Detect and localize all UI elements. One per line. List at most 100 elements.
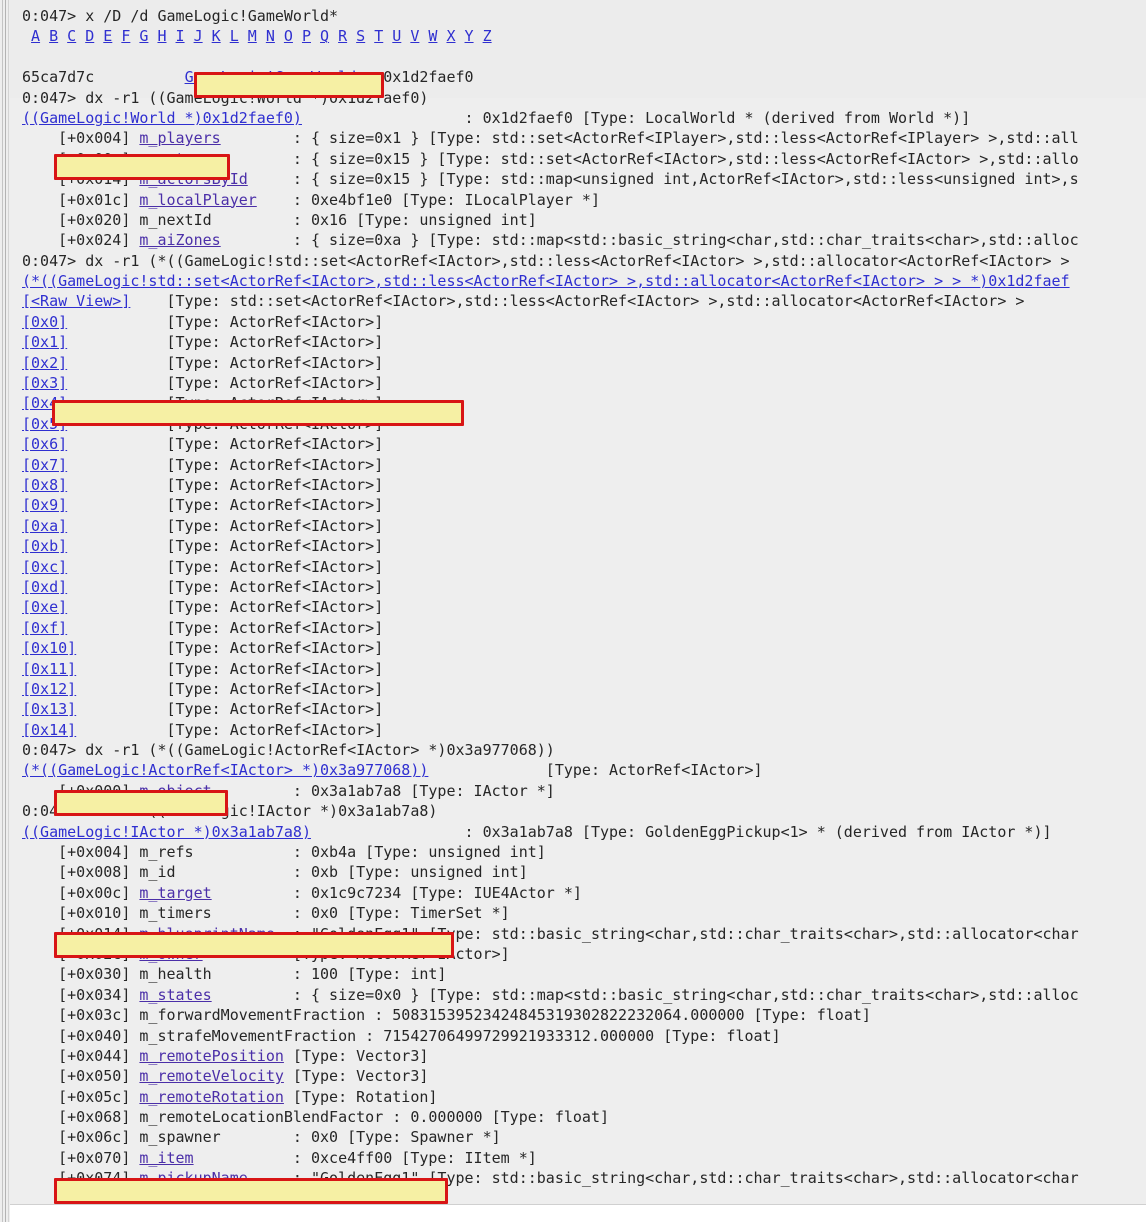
command-text: 0:047> x /D /d GameLogic!GameWorld* (22, 7, 339, 25)
output-line: [+0x024] m_aiZones : { size=0xa } [Type:… (22, 230, 1146, 250)
alpha-link-F[interactable]: F (121, 27, 130, 45)
output-line: [+0x040] m_strafeMovementFraction : 7154… (22, 1026, 1146, 1046)
alpha-link-Q[interactable]: Q (320, 27, 329, 45)
line-prefix: 65ca7d7c (22, 68, 185, 87)
field-value: : 0xb [Type: unsigned int] (175, 863, 528, 882)
highlight-actor-index-4 (54, 402, 462, 424)
alpha-link-R[interactable]: R (338, 27, 347, 45)
field-offset: [+0x010] (22, 904, 140, 923)
member-link[interactable]: m_states (139, 986, 211, 1004)
output-line: [0x3] [Type: ActorRef<IActor>] (22, 373, 1146, 393)
field-value: [Type: ActorRef<IActor>] (67, 333, 384, 352)
index-link[interactable]: [0x11] (22, 660, 76, 678)
dml-link[interactable]: ((GameLogic!IActor *)0x3a1ab7a8) (22, 823, 311, 841)
alpha-link-L[interactable]: L (230, 27, 239, 45)
member-name: m_health (139, 965, 212, 984)
member-link[interactable]: m_remoteVelocity (139, 1067, 284, 1085)
index-link[interactable]: [0xf] (22, 619, 67, 637)
member-name: m_nextId (139, 210, 212, 229)
member-link[interactable]: m_target (139, 884, 211, 902)
output-line: [0x14] [Type: ActorRef<IActor>] (22, 720, 1146, 740)
output-line: [0x6] [Type: ActorRef<IActor>] (22, 434, 1146, 454)
index-link[interactable]: [0x14] (22, 721, 76, 739)
dml-link[interactable]: ((GameLogic!World *)0x1d2faef0) (22, 109, 302, 127)
index-link[interactable]: [0x13] (22, 700, 76, 718)
alpha-link-N[interactable]: N (266, 27, 275, 45)
member-name: m_strafeMovementFraction (139, 1026, 357, 1045)
index-link[interactable]: [0x12] (22, 680, 76, 698)
alpha-link-S[interactable]: S (356, 27, 365, 45)
alpha-link-V[interactable]: V (410, 27, 419, 45)
output-line: [+0x050] m_remoteVelocity [Type: Vector3… (22, 1066, 1146, 1086)
alpha-link-W[interactable]: W (428, 27, 437, 45)
alphabet-index-bar[interactable]: A B C D E F G H I J K L M N O P Q R S T … (22, 26, 1146, 46)
alpha-link-Z[interactable]: Z (483, 27, 492, 45)
index-link[interactable]: [0xd] (22, 578, 67, 596)
field-value: [Type: ActorRef<IActor>] (67, 475, 384, 494)
index-link[interactable]: [0x0] (22, 313, 67, 331)
alpha-link-C[interactable]: C (67, 27, 76, 45)
index-link[interactable]: [0xc] (22, 558, 67, 576)
index-link[interactable]: [0x3] (22, 374, 67, 392)
index-link[interactable]: [0x10] (22, 639, 76, 657)
output-line: [+0x008] m_id : 0xb [Type: unsigned int] (22, 862, 1146, 882)
member-link[interactable]: m_item (139, 1149, 193, 1167)
index-link[interactable]: [0x7] (22, 456, 67, 474)
field-offset: [+0x00c] (22, 883, 140, 902)
member-link[interactable]: m_remotePosition (139, 1047, 284, 1065)
index-link[interactable]: [0x2] (22, 354, 67, 372)
alpha-link-O[interactable]: O (284, 27, 293, 45)
alpha-link-H[interactable]: H (157, 27, 166, 45)
alpha-link-I[interactable]: I (176, 27, 185, 45)
index-link[interactable]: [0x1] (22, 333, 67, 351)
field-offset: [+0x068] (22, 1108, 140, 1127)
alpha-link-K[interactable]: K (212, 27, 221, 45)
field-value: [Type: ActorRef<IActor>] (67, 557, 384, 576)
alpha-link-T[interactable]: T (374, 27, 383, 45)
alpha-link-B[interactable]: B (49, 27, 58, 45)
index-link[interactable]: [0x8] (22, 476, 67, 494)
alpha-link-X[interactable]: X (446, 27, 455, 45)
alpha-link-G[interactable]: G (139, 27, 148, 45)
index-link[interactable]: [0x6] (22, 435, 67, 453)
index-link[interactable]: [0xe] (22, 598, 67, 616)
field-value: : 0x1c9c7234 [Type: IUE4Actor *] (211, 883, 582, 902)
field-value: [Type: Vector3] (283, 1046, 429, 1065)
output-line: [0x9] [Type: ActorRef<IActor>] (22, 495, 1146, 515)
field-value: : { size=0x15 } [Type: std::set<ActorRef… (211, 149, 1079, 168)
dml-link[interactable]: (*((GameLogic!std::set<ActorRef<IActor>,… (22, 272, 1070, 290)
alpha-link-D[interactable]: D (85, 27, 94, 45)
alpha-link-J[interactable]: J (194, 27, 203, 45)
field-offset: [+0x008] (22, 863, 140, 882)
index-link[interactable]: [0x9] (22, 496, 67, 514)
output-line: [0x2] [Type: ActorRef<IActor>] (22, 353, 1146, 373)
field-value: : 0x16 [Type: unsigned int] (211, 210, 537, 229)
alpha-link-M[interactable]: M (248, 27, 257, 45)
index-link[interactable]: [<Raw View>] (22, 292, 130, 310)
field-value: [Type: ActorRef<IActor>] (76, 659, 384, 678)
alpha-link-P[interactable]: P (302, 27, 311, 45)
field-value: : 0x3a1ab7a8 [Type: IActor *] (211, 781, 555, 800)
output-line: [+0x004] m_players : { size=0x1 } [Type:… (22, 128, 1146, 148)
alpha-link-Y[interactable]: Y (465, 27, 474, 45)
member-link[interactable]: m_aiZones (139, 231, 220, 249)
index-link[interactable]: [0xb] (22, 537, 67, 555)
dml-link[interactable]: (*((GameLogic!ActorRef<IActor> *)0x3a977… (22, 761, 428, 779)
command-text: 0:047> dx -r1 (*((GameLogic!ActorRef<IAc… (22, 741, 555, 760)
alpha-link-A[interactable]: A (31, 27, 40, 45)
field-value: [Type: ActorRef<IActor>] (67, 312, 384, 331)
member-link[interactable]: m_players (139, 129, 220, 147)
field-value: : { size=0x0 } [Type: std::map<std::basi… (211, 985, 1079, 1004)
line-suffix: : 0x3a1ab7a8 [Type: GoldenEggPickup<1> *… (310, 822, 1052, 841)
alpha-link-U[interactable]: U (392, 27, 401, 45)
window-frame-line-1 (2, 0, 3, 1222)
member-link[interactable]: m_localPlayer (139, 191, 256, 209)
output-line: ((GameLogic!IActor *)0x3a1ab7a8) : 0x3a1… (22, 822, 1146, 842)
index-link[interactable]: [0xa] (22, 517, 67, 535)
output-line: 0:047> dx -r1 (*((GameLogic!ActorRef<IAc… (22, 740, 1146, 760)
alpha-link-E[interactable]: E (103, 27, 112, 45)
output-line: 0:047> dx -r1 ((GameLogic!World *)0x1d2f… (22, 88, 1146, 108)
member-link[interactable]: m_remoteRotation (139, 1088, 284, 1106)
field-offset: [+0x040] (22, 1026, 140, 1045)
field-value: [Type: ActorRef<IActor>] (67, 353, 384, 372)
